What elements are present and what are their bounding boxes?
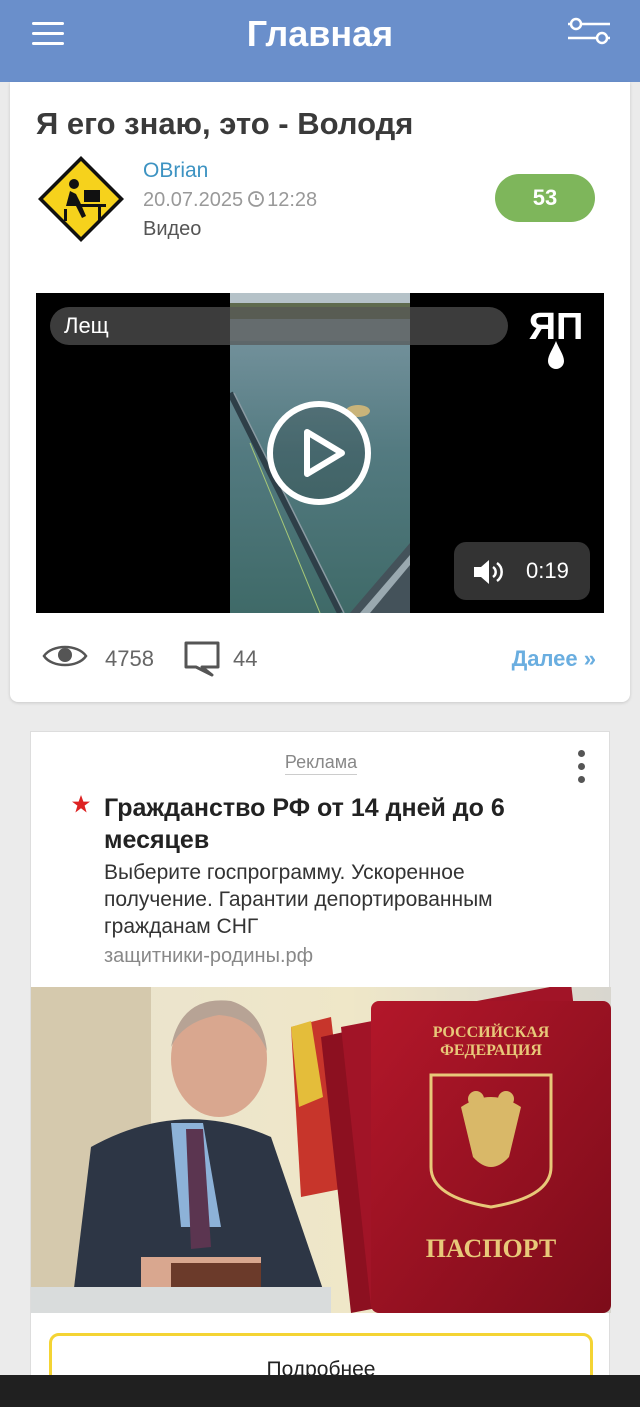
post-category[interactable]: Видео (143, 218, 201, 241)
post-date: 20.07.2025 (143, 189, 244, 211)
top-app-bar: Главная (0, 0, 640, 82)
comment-bubble-icon[interactable] (182, 640, 222, 678)
speaker-volume-icon[interactable] (472, 558, 508, 586)
yap-logo: ЯП (529, 306, 583, 369)
ad-headline[interactable]: Гражданство РФ от 14 дней до 6 месяцев (104, 792, 574, 856)
passport-country-line2: ФЕДЕРАЦИЯ (440, 1042, 542, 1059)
read-more-link[interactable]: Далее » (512, 646, 596, 672)
video-title: Лещ (50, 307, 508, 345)
ad-block: Реклама Гражданство РФ от 14 дней до 6 м… (30, 731, 611, 1403)
post-title[interactable]: Я его знаю, это - Володя (36, 106, 413, 142)
more-options-icon[interactable] (571, 748, 593, 784)
ad-label: Реклама (31, 752, 611, 775)
rating-badge[interactable]: 53 (495, 174, 595, 222)
filter-sliders-icon[interactable] (566, 16, 612, 46)
ad-image[interactable]: РОССИЙСКАЯ ФЕДЕРАЦИЯ ПАСПОРТ (31, 987, 611, 1313)
ad-domain[interactable]: защитники-родины.рф (104, 945, 313, 968)
post-datetime: 20.07.2025 12:28 (143, 189, 317, 212)
passport-country-line1: РОССИЙСКАЯ (433, 1022, 550, 1041)
passport-title: ПАСПОРТ (426, 1234, 556, 1263)
post-card: Я его знаю, это - Володя OBrian 20.07.20… (10, 82, 630, 702)
author-avatar[interactable] (36, 154, 126, 244)
clock-icon (248, 191, 265, 207)
page-title: Главная (246, 13, 394, 54)
system-nav-bar (0, 1375, 640, 1407)
eye-views-icon (42, 645, 88, 667)
ad-description: Выберите госпрограмму. Ускоренное получе… (104, 861, 493, 938)
post-stats: 4758 44 Далее » (36, 634, 604, 678)
play-button-icon[interactable] (265, 399, 373, 507)
video-duration: 0:19 (526, 558, 569, 583)
views-count: 4758 (105, 646, 154, 671)
star-emblem-icon (72, 795, 90, 813)
video-duration-badge[interactable]: 0:19 (454, 542, 590, 600)
post-time: 12:28 (267, 189, 318, 211)
comments-count[interactable]: 44 (233, 646, 257, 672)
video-player[interactable]: Лещ ЯП 0:19 (36, 293, 604, 613)
author-name-link[interactable]: OBrian (143, 159, 208, 183)
